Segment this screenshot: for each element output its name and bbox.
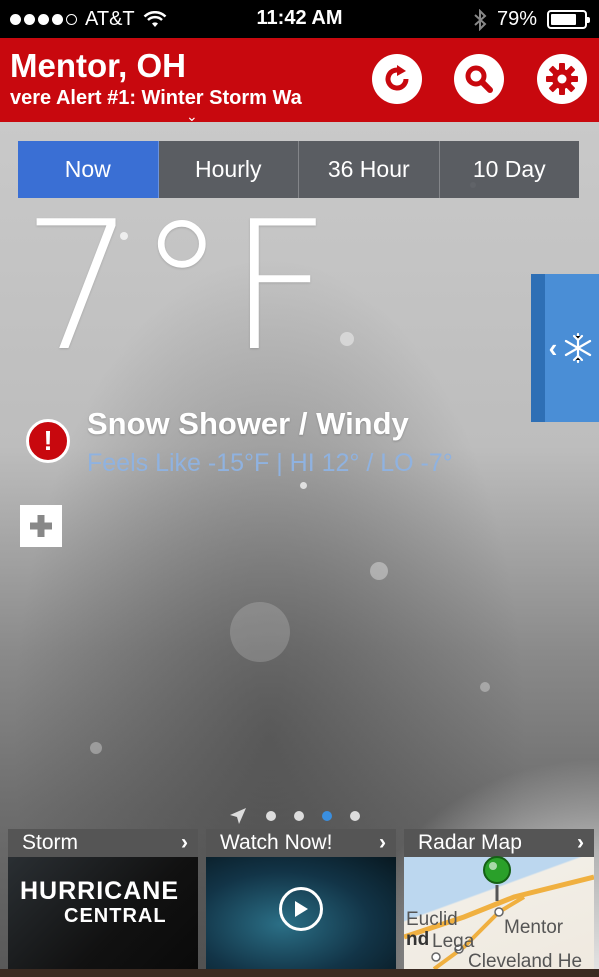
- chevron-right-icon: ›: [181, 831, 188, 854]
- hurricane-central-line2: CENTRAL: [64, 905, 167, 927]
- page-dot[interactable]: [294, 811, 304, 821]
- current-temperature: 7°F: [22, 183, 333, 390]
- watch-now-card[interactable]: Watch Now! ›: [206, 829, 396, 969]
- map-pin-icon: [483, 856, 511, 901]
- alert-icon[interactable]: !: [26, 419, 70, 463]
- refresh-icon: [385, 65, 409, 91]
- battery-icon: [547, 10, 590, 29]
- gear-icon: [546, 63, 578, 95]
- bluetooth-icon: [474, 8, 487, 31]
- search-icon: [465, 65, 493, 93]
- watch-now-card-title: Watch Now!: [220, 831, 333, 854]
- map-label: Lega: [432, 931, 475, 952]
- plus-icon: [30, 515, 52, 537]
- storm-card-image: HURRICANE CENTRAL: [8, 857, 198, 969]
- radar-map-card-title: Radar Map: [418, 831, 522, 854]
- play-button[interactable]: [279, 887, 323, 931]
- status-right: 79%: [473, 8, 590, 31]
- weather-drawer-tab[interactable]: ‹: [531, 274, 599, 422]
- radar-map-card-header: Radar Map ›: [404, 829, 594, 857]
- add-button[interactable]: [20, 505, 62, 547]
- bottom-bar: [0, 969, 599, 977]
- hurricane-central-line1: HURRICANE: [20, 877, 179, 905]
- map-label: nd: [406, 929, 430, 950]
- alert-ticker[interactable]: vere Alert #1: Winter Storm Wa: [10, 87, 364, 110]
- status-bar: AT&T 11:42 AM 79%: [0, 0, 599, 38]
- chevron-right-icon: ›: [379, 831, 386, 854]
- video-thumbnail: [206, 857, 396, 969]
- map-label: Euclid: [406, 909, 458, 930]
- search-button[interactable]: [454, 54, 504, 104]
- location-title[interactable]: Mentor, OH: [10, 47, 186, 85]
- snowflake-icon: [565, 332, 592, 364]
- refresh-button[interactable]: [372, 54, 422, 104]
- play-icon: [295, 901, 308, 917]
- app-header: Mentor, OH vere Alert #1: Winter Storm W…: [0, 38, 599, 124]
- chevron-right-icon: ›: [577, 831, 584, 854]
- map-label: Mentor: [504, 917, 564, 938]
- radar-map-thumbnail: Euclid Mentor nd Lega Cleveland He: [404, 856, 594, 969]
- page-dot[interactable]: [266, 811, 276, 821]
- storm-card-header: Storm ›: [8, 829, 198, 857]
- storm-card-title: Storm: [22, 831, 79, 854]
- page-dot-active[interactable]: [322, 811, 332, 821]
- chevron-left-icon: ‹: [548, 332, 558, 363]
- page-indicator: [228, 806, 360, 826]
- tab-10-day[interactable]: 10 Day: [439, 141, 579, 198]
- page-dot[interactable]: [350, 811, 360, 821]
- radar-map-card[interactable]: Radar Map › Euclid Mentor nd Lega Clevel…: [404, 829, 594, 969]
- location-arrow-icon: [230, 808, 246, 824]
- map-label: Cleveland He: [468, 951, 583, 969]
- settings-button[interactable]: [537, 54, 587, 104]
- battery-fill: [551, 14, 577, 25]
- watch-now-card-header: Watch Now! ›: [206, 829, 396, 857]
- storm-card[interactable]: Storm › HURRICANE CENTRAL: [8, 829, 198, 969]
- feels-like-text: Feels Like -15°F | HI 12° / LO -7°: [87, 449, 453, 477]
- battery-percent: 79%: [496, 8, 537, 30]
- condition-text: Snow Shower / Windy: [87, 406, 409, 441]
